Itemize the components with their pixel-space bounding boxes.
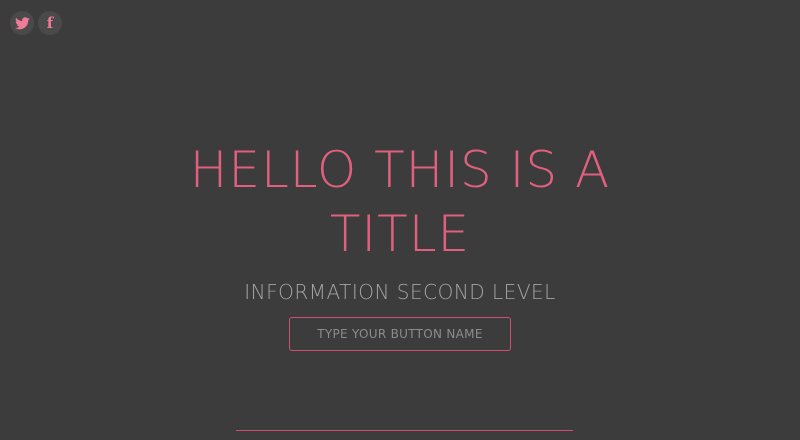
hero-section: HELLO THIS IS A TITLE INFORMATION SECOND… [0, 138, 800, 351]
bottom-divider [236, 430, 573, 431]
facebook-button[interactable]: f [38, 11, 62, 35]
cta-button[interactable]: TYPE YOUR BUTTON NAME [289, 317, 511, 351]
twitter-icon [14, 16, 30, 29]
subtitle: INFORMATION SECOND LEVEL [244, 280, 556, 304]
twitter-button[interactable] [10, 11, 34, 35]
social-links: f [10, 11, 62, 35]
page-title: HELLO THIS IS A TITLE [189, 141, 611, 263]
facebook-icon: f [46, 14, 54, 32]
